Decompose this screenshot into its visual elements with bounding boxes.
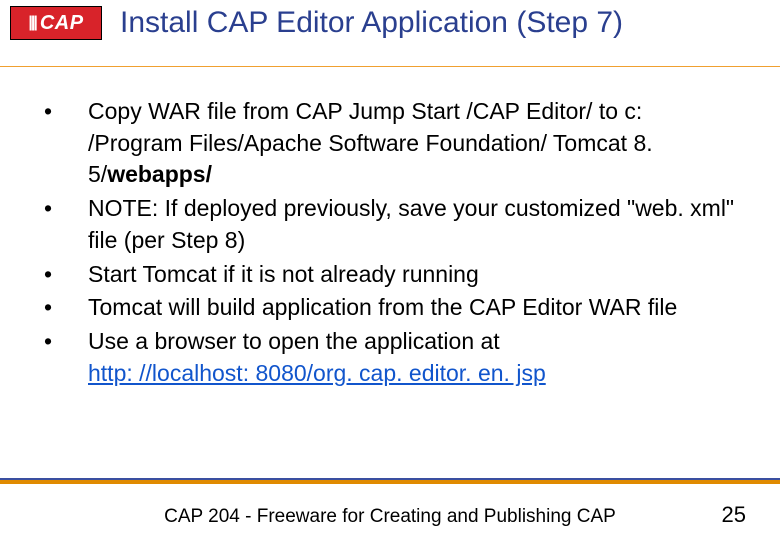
bullet-item: • Use a browser to open the application …: [44, 326, 740, 389]
bullet-marker: •: [44, 292, 88, 324]
cap-logo: ||| CAP: [10, 6, 102, 40]
text-run: Use a browser to open the application at: [88, 328, 500, 354]
localhost-link[interactable]: http: //localhost: 8080/org. cap. editor…: [88, 360, 546, 386]
text-bold: webapps/: [107, 161, 212, 187]
bullet-marker: •: [44, 326, 88, 389]
bullet-item: • Tomcat will build application from the…: [44, 292, 740, 324]
bullet-marker: •: [44, 96, 88, 191]
bullet-marker: •: [44, 193, 88, 256]
bullet-text: NOTE: If deployed previously, save your …: [88, 193, 740, 256]
divider-bottom: [0, 478, 780, 484]
slide: ||| CAP Install CAP Editor Application (S…: [0, 0, 780, 540]
bullet-item: • Copy WAR file from CAP Jump Start /CAP…: [44, 96, 740, 191]
logo-text: CAP: [40, 12, 84, 35]
logo-bars-icon: |||: [28, 14, 35, 32]
bullet-marker: •: [44, 259, 88, 291]
bullet-item: • NOTE: If deployed previously, save you…: [44, 193, 740, 256]
content: • Copy WAR file from CAP Jump Start /CAP…: [44, 96, 740, 392]
slide-title: Install CAP Editor Application (Step 7): [120, 6, 623, 41]
bullet-text: Start Tomcat if it is not already runnin…: [88, 259, 740, 291]
page-number: 25: [722, 502, 746, 528]
bullet-text: Tomcat will build application from the C…: [88, 292, 740, 324]
header: ||| CAP Install CAP Editor Application (S…: [0, 0, 780, 41]
footer-text: CAP 204 - Freeware for Creating and Publ…: [0, 506, 780, 528]
bullet-text: Copy WAR file from CAP Jump Start /CAP E…: [88, 96, 740, 191]
bullet-text: Use a browser to open the application at…: [88, 326, 740, 389]
bullet-item: • Start Tomcat if it is not already runn…: [44, 259, 740, 291]
divider-top: [0, 66, 780, 67]
